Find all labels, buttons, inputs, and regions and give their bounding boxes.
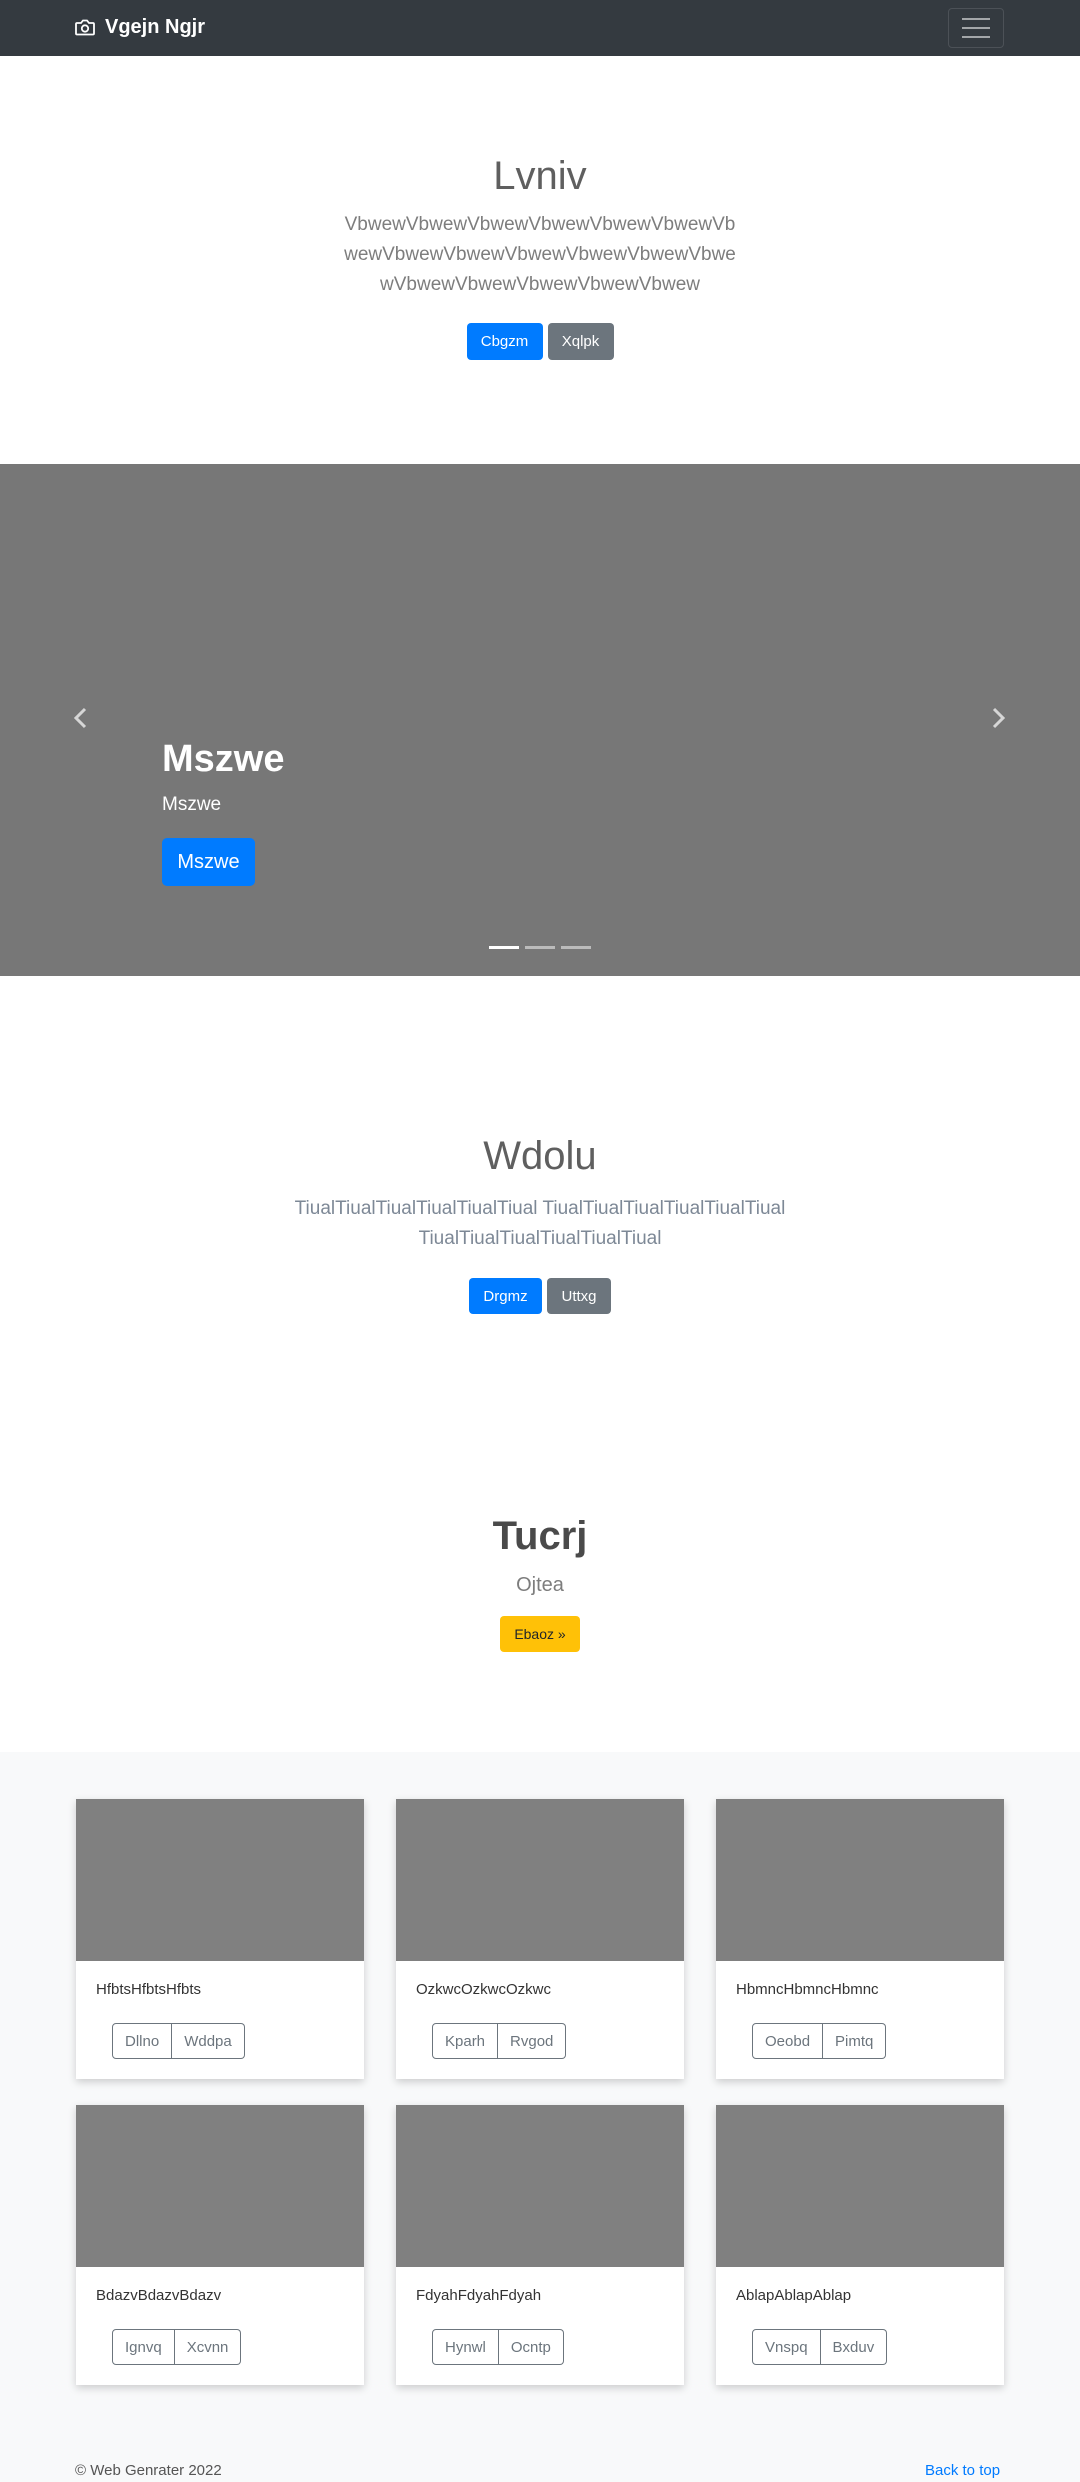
card: FdyahFdyahFdyah Hynwl Ocntp [396,2105,684,2385]
carousel-indicators [0,946,1080,949]
navbar: Vgejn Ngjr [0,0,1080,56]
card-edit-button[interactable]: Rvgod [498,2023,567,2059]
camera-icon [75,19,95,36]
card: HbmncHbmncHbmnc Oeobd Pimtq [716,1799,1004,2079]
second-hero-primary-button[interactable]: Drgmz [469,1278,542,1314]
card-thumbnail [76,1799,364,1961]
card-edit-button[interactable]: Ocntp [498,2329,564,2365]
back-to-top-link[interactable]: Back to top [925,2462,1000,2479]
carousel-indicator-2[interactable] [525,946,555,949]
call-to-action-section: Tucrj Ojtea Ebaoz » [0,1396,1080,1752]
second-hero-section: Wdolu TiualTiualTiualTiualTiualTiual Tiu… [0,976,1080,1396]
card-edit-button[interactable]: Xcvnn [174,2329,242,2365]
card-text: BdazvBdazvBdazv [96,2287,222,2304]
card-view-button[interactable]: Hynwl [432,2329,499,2365]
card-text: OzkwcOzkwcOzkwc [416,1981,551,1998]
card: BdazvBdazvBdazv Ignvq Xcvnn [76,2105,364,2385]
carousel: Mszwe Mszwe Mszwe [0,464,1080,976]
card-view-button[interactable]: Oeobd [752,2023,824,2059]
second-hero-secondary-button[interactable]: Uttxg [547,1278,611,1314]
carousel-text: Mszwe [162,794,222,815]
card-button-group: Kparh Rvgod [432,2023,567,2059]
carousel-button[interactable]: Mszwe [162,838,255,886]
hamburger-icon-bar [962,36,990,38]
hero-section: Lvniv VbwewVbwewVbwewVbwewVbwewVbwewVbwe… [0,56,1080,464]
card-text: FdyahFdyahFdyah [416,2287,542,2304]
card-edit-button[interactable]: Wddpa [172,2023,245,2059]
cta-button[interactable]: Ebaoz » [500,1616,580,1652]
card-view-button[interactable]: Ignvq [112,2329,175,2365]
card: AblapAblapAblap Vnspq Bxduv [716,2105,1004,2385]
footer-copyright: © Web Genrater 2022 [75,2462,222,2479]
carousel-caption: Mszwe Mszwe Mszwe [162,736,284,886]
card-thumbnail [76,2105,364,2267]
card-edit-button[interactable]: Bxduv [820,2329,888,2365]
navbar-toggler-button[interactable] [948,8,1004,48]
cta-buttons: Ebaoz » [0,1616,1080,1652]
card-button-group: Vnspq Bxduv [752,2329,888,2365]
card-button-group: Oeobd Pimtq [752,2023,887,2059]
card: OzkwcOzkwcOzkwc Kparh Rvgod [396,1799,684,2079]
card-view-button[interactable]: Dllno [112,2023,173,2059]
album-section: HfbtsHfbtsHfbts Dllno Wddpa OzkwcOzkwcOz… [0,1752,1080,2482]
hamburger-icon [962,18,990,20]
card-view-button[interactable]: Vnspq [752,2329,821,2365]
card-view-button[interactable]: Kparh [432,2023,499,2059]
card: HfbtsHfbtsHfbts Dllno Wddpa [76,1799,364,2079]
card-button-group: Hynwl Ocntp [432,2329,564,2365]
brand-link[interactable]: Vgejn Ngjr [75,16,205,39]
hero-lead: VbwewVbwewVbwewVbwewVbwewVbwewVbwewVbwew… [344,214,736,295]
card-text: AblapAblapAblap [736,2287,852,2304]
card-thumbnail [716,2105,1004,2267]
hero-buttons: Cbgzm Xqlpk [0,323,1080,360]
card-edit-button[interactable]: Pimtq [823,2023,887,2059]
hero-secondary-button[interactable]: Xqlpk [547,323,614,360]
carousel-heading: Mszwe [162,738,285,780]
second-hero-lead: TiualTiualTiualTiualTiualTiual TiualTiua… [294,1198,786,1249]
hero-title: Lvniv [493,154,587,198]
card-text: HfbtsHfbtsHfbts [96,1981,202,1998]
cta-title: Tucrj [492,1514,588,1558]
card-button-group: Ignvq Xcvnn [112,2329,242,2365]
card-text: HbmncHbmncHbmnc [736,1981,879,1998]
hamburger-icon-bar [962,27,990,29]
hero-primary-button[interactable]: Cbgzm [466,323,543,360]
carousel-next-icon[interactable] [986,706,1010,730]
card-button-group: Dllno Wddpa [112,2023,245,2059]
carousel-indicator-3[interactable] [561,946,591,949]
cta-subtitle: Ojtea [516,1574,564,1596]
second-hero-title: Wdolu [483,1134,597,1178]
card-thumbnail [396,2105,684,2267]
card-thumbnail [716,1799,1004,1961]
brand-name: Vgejn Ngjr [105,16,206,38]
carousel-indicator-1[interactable] [489,946,519,949]
card-thumbnail [396,1799,684,1961]
second-hero-buttons: Drgmz Uttxg [0,1278,1080,1314]
carousel-prev-icon[interactable] [69,706,93,730]
